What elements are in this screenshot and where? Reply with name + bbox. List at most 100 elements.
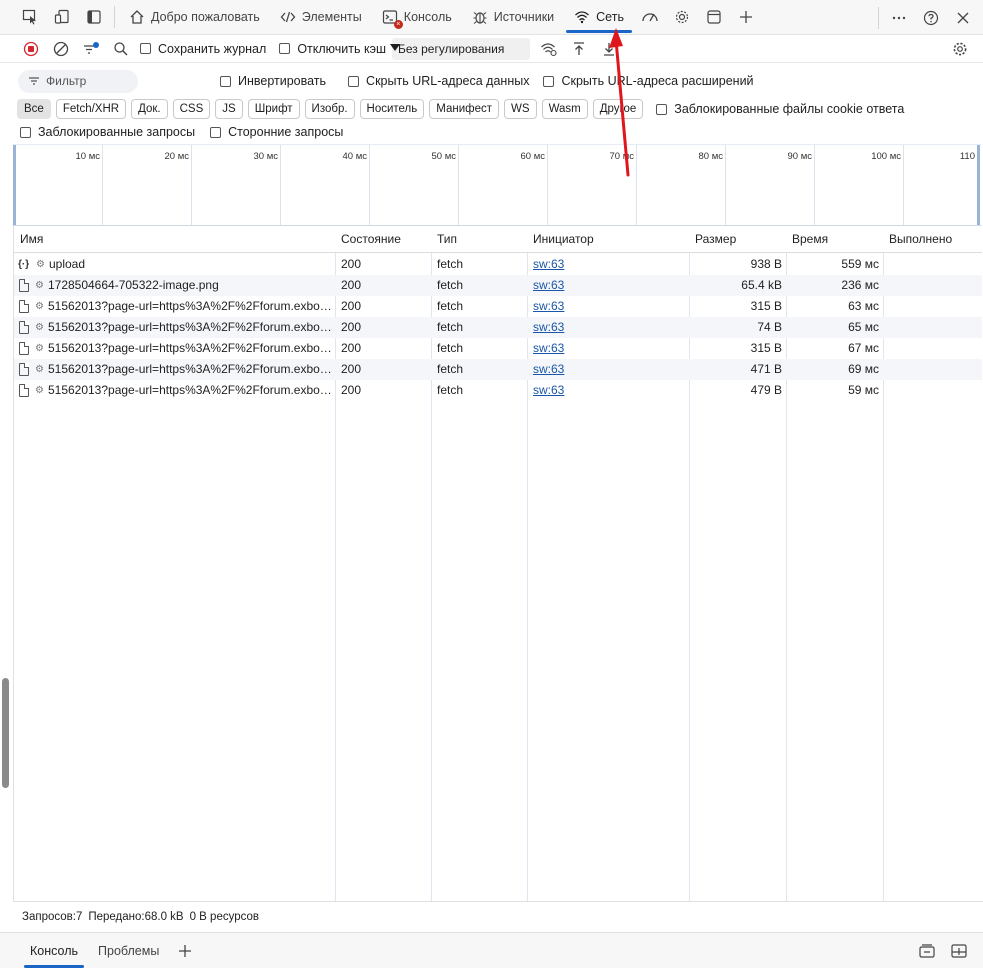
column-header-time[interactable]: Время <box>786 226 883 253</box>
search-icon <box>114 41 128 56</box>
record-button[interactable] <box>16 35 46 63</box>
checkbox-box[interactable] <box>348 75 360 87</box>
inspect-element-icon[interactable] <box>14 0 46 35</box>
type-filter-all[interactable]: Все <box>17 99 51 119</box>
filter-bar: Фильтр Инвертировать Скрыть URL-адреса д… <box>0 64 983 98</box>
clear-button[interactable] <box>46 35 76 63</box>
third-party-checkbox[interactable]: Сторонние запросы <box>210 125 343 139</box>
tab-sources[interactable]: Источники <box>462 0 564 35</box>
device-emulation-icon[interactable] <box>46 0 78 35</box>
table-row[interactable]: ⚙ 1728504664-705322-image.png 200 fetch sw:6… <box>14 275 982 296</box>
preserve-log-checkbox[interactable]: Сохранить журнал <box>140 42 266 56</box>
add-tab-plus-icon[interactable] <box>730 0 762 35</box>
settings-gear-icon[interactable] <box>666 0 698 35</box>
network-overview-timeline[interactable]: 10 мс 20 мс 30 мс 40 мс 50 мс 60 мс 70 м… <box>13 144 981 226</box>
column-header-size[interactable]: Размер <box>689 226 786 253</box>
overview-left-handle[interactable] <box>13 145 16 225</box>
column-header-type[interactable]: Тип <box>431 226 527 253</box>
blocked-cookies-checkbox[interactable]: Заблокированные файлы cookie ответа <box>656 102 904 116</box>
initiator-link[interactable]: sw:63 <box>533 362 564 376</box>
overview-tick-label: 110 <box>959 151 975 162</box>
checkbox-box[interactable] <box>220 75 231 87</box>
checkbox-box[interactable] <box>543 75 555 87</box>
type-filter-js[interactable]: JS <box>215 99 243 119</box>
cell-name[interactable]: {·} ⚙ upload <box>14 254 332 275</box>
type-filter-fetch-xhr[interactable]: Fetch/XHR <box>55 99 127 119</box>
initiator-link[interactable]: sw:63 <box>533 257 564 271</box>
type-filter-font[interactable]: Шрифт <box>247 99 300 119</box>
column-header-name[interactable]: Имя <box>14 226 335 253</box>
cell-name[interactable]: ⚙ 51562013?page-url=https%3A%2F%2Fforum.e… <box>14 317 332 338</box>
hide-extension-urls-checkbox[interactable]: Скрыть URL-адреса расширений <box>543 74 754 88</box>
initiator-link[interactable]: sw:63 <box>533 278 564 292</box>
column-header-status[interactable]: Состояние <box>335 226 431 253</box>
tab-welcome[interactable]: Добро пожаловать <box>119 0 270 35</box>
cell-name[interactable]: ⚙ 51562013?page-url=https%3A%2F%2Fforum.e… <box>14 338 332 359</box>
hide-data-urls-checkbox[interactable]: Скрыть URL-адреса данных <box>348 74 529 88</box>
checkbox-box[interactable] <box>20 126 31 138</box>
export-har-button[interactable] <box>594 35 624 63</box>
column-header-initiator[interactable]: Инициатор <box>527 226 689 253</box>
scrollbar-thumb[interactable] <box>2 678 9 788</box>
close-icon[interactable] <box>947 0 979 35</box>
checkbox-box[interactable] <box>210 126 222 138</box>
record-stop-icon <box>23 41 39 56</box>
tab-console[interactable]: × Консоль <box>372 0 462 35</box>
cell-name[interactable]: ⚙ 1728504664-705322-image.png <box>14 275 332 296</box>
tab-network[interactable]: Сеть <box>564 0 634 35</box>
table-row[interactable]: ⚙ 51562013?page-url=https%3A%2F%2Fforum.e… <box>14 359 982 380</box>
tab-elements[interactable]: Элементы <box>270 0 372 35</box>
table-row[interactable]: ⚙ 51562013?page-url=https%3A%2F%2Fforum.e… <box>14 296 982 317</box>
close-drawer-icon[interactable] <box>943 933 975 968</box>
filter-toggle-button[interactable] <box>76 35 106 63</box>
import-har-button[interactable] <box>564 35 594 63</box>
network-settings-button[interactable] <box>945 35 975 63</box>
cell-name[interactable]: ⚙ 51562013?page-url=https%3A%2F%2Fforum.e… <box>14 296 332 317</box>
type-filter-manifest[interactable]: Манифест <box>429 99 500 119</box>
type-filter-wasm[interactable]: Wasm <box>541 99 588 119</box>
initiator-link[interactable]: sw:63 <box>533 320 564 334</box>
table-row[interactable]: ⚙ 51562013?page-url=https%3A%2F%2Fforum.e… <box>14 338 982 359</box>
initiator-link[interactable]: sw:63 <box>533 383 564 397</box>
overview-right-handle[interactable] <box>977 145 980 225</box>
cell-type: fetch <box>437 257 464 271</box>
type-filter-other[interactable]: Другое <box>592 99 644 119</box>
cell-type: fetch <box>437 278 464 292</box>
throttling-select[interactable]: Без регулирования <box>389 37 530 60</box>
invert-checkbox[interactable]: Инвертировать <box>220 74 326 88</box>
download-icon <box>603 42 614 56</box>
column-header-fulfilled[interactable]: Выполнено <box>883 226 982 253</box>
filter-input[interactable]: Фильтр <box>18 69 138 93</box>
more-options-icon[interactable] <box>883 0 915 35</box>
drawer-tab-console[interactable]: Консоль <box>20 933 88 968</box>
performance-icon[interactable] <box>634 0 666 35</box>
cell-name[interactable]: ⚙ 51562013?page-url=https%3A%2F%2Fforum.e… <box>14 380 332 401</box>
type-filter-doc[interactable]: Док. <box>131 99 168 119</box>
blocked-requests-checkbox[interactable]: Заблокированные запросы <box>20 125 195 139</box>
application-icon[interactable] <box>698 0 730 35</box>
cell-name[interactable]: ⚙ 51562013?page-url=https%3A%2F%2Fforum.e… <box>14 359 332 380</box>
overview-gridline <box>903 145 904 225</box>
search-button[interactable] <box>106 35 136 63</box>
type-filter-media[interactable]: Носитель <box>359 99 425 119</box>
throttling-value: Без регулирования <box>397 41 505 56</box>
transferred-size: Передано:68.0 kB <box>88 911 184 923</box>
type-filter-ws[interactable]: WS <box>504 99 537 119</box>
drawer-add-tab-plus-icon[interactable] <box>169 933 201 968</box>
initiator-link[interactable]: sw:63 <box>533 299 564 313</box>
drawer-tab-issues[interactable]: Проблемы <box>88 933 169 968</box>
initiator-link[interactable]: sw:63 <box>533 341 564 355</box>
checkbox-box[interactable] <box>279 43 291 54</box>
checkbox-box[interactable] <box>140 43 151 54</box>
table-row[interactable]: {·} ⚙ upload 200 fetch sw:63 938 B 559 мс <box>14 254 982 275</box>
table-row[interactable]: ⚙ 51562013?page-url=https%3A%2F%2Fforum.e… <box>14 380 982 401</box>
type-filter-css[interactable]: CSS <box>172 99 211 119</box>
dock-side-icon[interactable] <box>78 0 110 35</box>
type-filter-img[interactable]: Изобр. <box>304 99 355 119</box>
undock-drawer-icon[interactable] <box>911 933 943 968</box>
table-row[interactable]: ⚙ 51562013?page-url=https%3A%2F%2Fforum.e… <box>14 317 982 338</box>
network-conditions-button[interactable] <box>534 35 564 63</box>
help-icon[interactable] <box>915 0 947 35</box>
disable-cache-checkbox[interactable]: Отключить кэш <box>279 42 386 56</box>
checkbox-box[interactable] <box>656 103 668 115</box>
